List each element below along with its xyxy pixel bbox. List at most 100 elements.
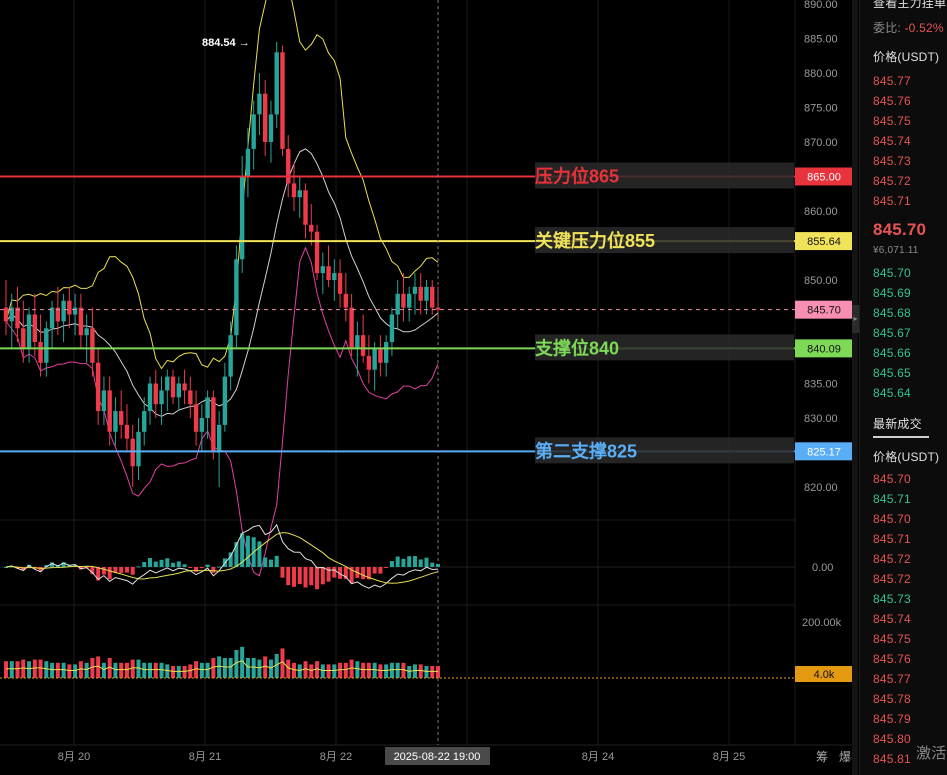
ask-price[interactable]: 845.71	[873, 194, 911, 208]
volume-bar	[326, 664, 331, 678]
bollinger-lower-line	[5, 246, 439, 577]
volume-bar	[430, 666, 435, 678]
candle-body	[332, 273, 337, 280]
ask-price[interactable]: 845.75	[873, 114, 911, 128]
macd-histogram-bar	[217, 566, 222, 568]
trades-title[interactable]: 最新成交	[873, 415, 922, 432]
volume-bar	[245, 658, 250, 678]
candle-body	[222, 376, 228, 425]
macd-histogram-bar	[407, 556, 412, 567]
orderbook-header-title[interactable]: 查看主力挂单	[873, 0, 946, 11]
volume-bar	[378, 664, 383, 678]
volume-bar	[21, 659, 26, 678]
candle-body	[343, 293, 349, 308]
macd-histogram-bar	[274, 555, 279, 567]
trades-tab-underline	[873, 436, 929, 438]
x-tick-label: 8月 25	[713, 751, 745, 763]
volume-bar	[119, 662, 124, 678]
volume-bar	[44, 661, 49, 678]
macd-histogram-bar	[436, 563, 440, 567]
volume-bar	[389, 662, 394, 678]
volume-bar	[395, 662, 400, 678]
bid-price[interactable]: 845.64	[873, 386, 911, 400]
volume-bar	[101, 662, 106, 678]
trade-price: 845.75	[873, 632, 911, 646]
volume-bar	[9, 661, 14, 678]
ask-price[interactable]: 845.76	[873, 94, 911, 108]
candle-body	[72, 307, 78, 315]
candle-body	[291, 183, 297, 198]
orderbook-panel: 查看主力挂单 委比: -0.52% 价格(USDT) 845.70 ¥6,071…	[859, 0, 947, 775]
candle-body	[395, 293, 400, 315]
volume-bar	[343, 662, 348, 678]
activate-text: 激活	[916, 745, 947, 762]
bid-price[interactable]: 845.66	[873, 346, 911, 360]
candle-body	[326, 266, 331, 280]
volume-bar	[113, 662, 118, 678]
macd-histogram-bar	[303, 567, 308, 588]
candle-body	[67, 300, 72, 315]
trade-price: 845.76	[873, 652, 911, 666]
side-tab-liquidation[interactable]: 爆	[839, 750, 851, 764]
macd-histogram-bar	[297, 567, 302, 585]
volume-bar	[182, 666, 187, 678]
candle-body	[309, 224, 314, 232]
ask-price[interactable]: 845.77	[873, 74, 911, 88]
macd-histogram-bar	[315, 567, 320, 590]
candlestick-chart[interactable]: 890.00 885.00 880.00 875.00 870.00 865.00 860.…	[0, 0, 858, 775]
bid-price[interactable]: 845.68	[873, 306, 911, 320]
level-price-tag-text: 855.64	[807, 236, 841, 248]
macd-histogram-bar	[320, 567, 325, 585]
volume-bar	[148, 662, 152, 678]
ratio-label: 委比:	[873, 21, 901, 35]
level-price-tag-text: 840.09	[807, 343, 841, 355]
volume-bar	[50, 662, 55, 678]
bid-price[interactable]: 845.70	[873, 266, 911, 280]
macd-histogram-bar	[130, 567, 135, 575]
macd-histogram-bar	[101, 567, 106, 575]
volume-bar	[436, 666, 440, 678]
ask-price[interactable]: 845.74	[873, 134, 911, 148]
panel-divider[interactable]	[852, 0, 858, 775]
y-tick-label: 875.00	[804, 103, 838, 115]
level-label: 支撑位840	[534, 337, 619, 358]
candle-body	[234, 259, 239, 336]
candle-body	[182, 383, 187, 391]
macd-histogram-bar	[257, 541, 262, 567]
trade-price: 845.74	[873, 612, 911, 626]
volume-axis-label: 200.00k	[802, 617, 842, 629]
macd-histogram-bar	[211, 567, 216, 573]
bid-price[interactable]: 845.67	[873, 326, 911, 340]
candle-body	[245, 148, 251, 177]
bollinger-middle-line	[5, 148, 439, 417]
volume-bar	[355, 661, 360, 678]
bid-price[interactable]: 845.65	[873, 366, 911, 380]
volume-bar	[361, 662, 366, 678]
volume-tag-text: 4.0k	[814, 669, 835, 681]
candle-body	[366, 355, 372, 370]
volume-bar	[84, 662, 89, 678]
candle-body	[38, 342, 43, 363]
y-tick-label: 880.00	[804, 68, 838, 80]
candle-body	[424, 286, 429, 301]
level-price-tag-text: 825.17	[807, 446, 841, 458]
y-tick-label: 890.00	[804, 0, 838, 11]
collapse-arrow-icon[interactable]: ▸	[852, 305, 859, 333]
volume-bar	[222, 658, 227, 678]
candle-body	[32, 314, 37, 343]
ask-price[interactable]: 845.73	[873, 154, 911, 168]
candle-body	[280, 52, 285, 149]
x-tick-label: 8月 21	[189, 751, 221, 763]
volume-bar	[55, 662, 60, 678]
level-label: 关键压力位855	[535, 230, 655, 251]
candle-body	[239, 176, 245, 260]
side-tab-chips[interactable]: 筹	[816, 750, 828, 764]
bid-price[interactable]: 845.69	[873, 286, 911, 300]
trade-price: 845.77	[873, 672, 911, 686]
chart-area[interactable]: 890.00 885.00 880.00 875.00 870.00 865.00 860.…	[0, 0, 858, 775]
ask-price[interactable]: 845.72	[873, 174, 911, 188]
y-tick-label: 835.00	[804, 379, 838, 391]
candle-body	[61, 300, 66, 322]
candle-body	[314, 231, 320, 274]
candle-body	[188, 390, 193, 405]
